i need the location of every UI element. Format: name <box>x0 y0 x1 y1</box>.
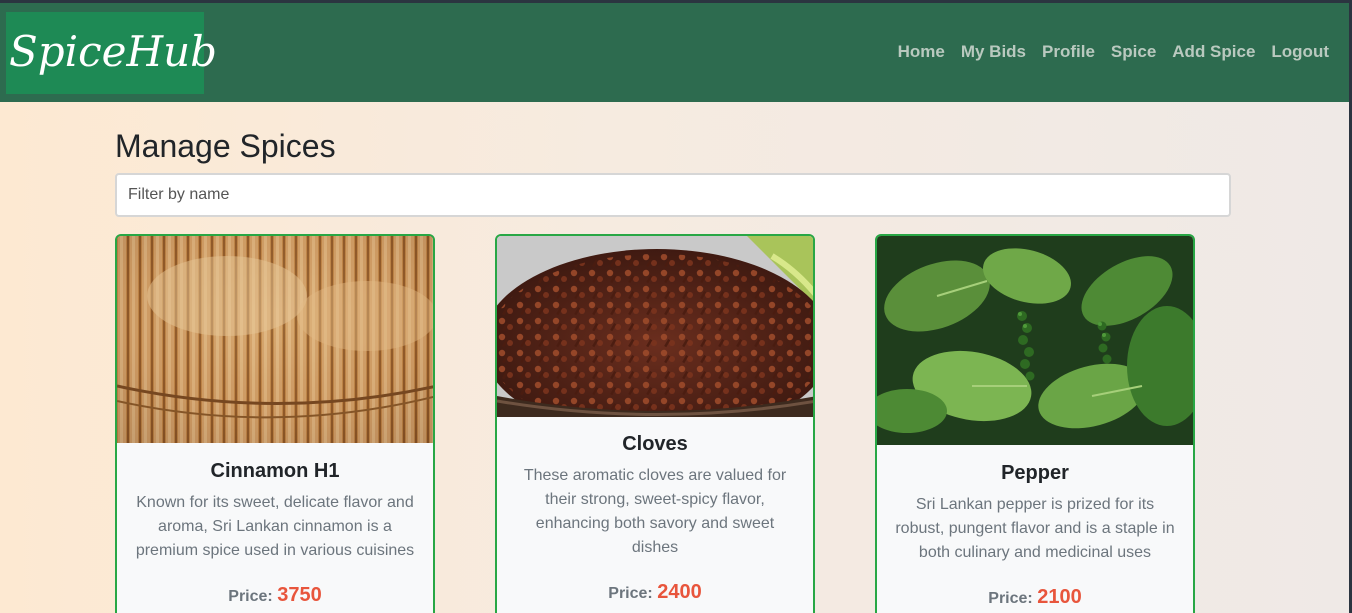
card-title: Cloves <box>622 433 688 455</box>
filter-input[interactable] <box>115 173 1231 217</box>
price-label: Price: <box>608 585 653 602</box>
card-price: Price: 2400 <box>511 581 799 604</box>
card-price: Price: 2100 <box>891 586 1179 609</box>
price-label: Price: <box>988 590 1033 607</box>
card-body: Pepper Sri Lankan pepper is prized for i… <box>877 462 1193 609</box>
card-price: Price: 3750 <box>131 584 419 607</box>
nav-my-bids[interactable]: My Bids <box>961 42 1026 62</box>
price-value: 2400 <box>657 581 702 603</box>
card-description: These aromatic cloves are valued for the… <box>523 467 787 556</box>
nav-profile[interactable]: Profile <box>1042 42 1095 62</box>
spice-card-pepper[interactable]: Pepper Sri Lankan pepper is prized for i… <box>875 234 1195 613</box>
card-body: Cinnamon H1 Known for its sweet, delicat… <box>117 460 433 607</box>
nav-home[interactable]: Home <box>898 42 945 62</box>
page-title: Manage Spices <box>115 128 336 164</box>
app-window: SpiceHub Home My Bids Profile Spice Add … <box>0 3 1349 613</box>
price-value: 3750 <box>277 584 322 606</box>
spice-card-cinnamon[interactable]: Cinnamon H1 Known for its sweet, delicat… <box>115 234 435 613</box>
price-label: Price: <box>228 588 273 605</box>
nav-spice[interactable]: Spice <box>1111 42 1156 62</box>
card-title: Pepper <box>1001 462 1069 484</box>
nav-add-spice[interactable]: Add Spice <box>1172 42 1255 62</box>
brand-logo[interactable]: SpiceHub <box>6 12 217 94</box>
navbar: SpiceHub Home My Bids Profile Spice Add … <box>0 3 1349 102</box>
nav-logout[interactable]: Logout <box>1271 42 1329 62</box>
price-value: 2100 <box>1037 586 1082 608</box>
nav-links: Home My Bids Profile Spice Add Spice Log… <box>898 42 1329 62</box>
cinnamon-sticks-image <box>117 236 433 443</box>
dried-cloves-image <box>497 236 813 417</box>
card-description: Known for its sweet, delicate flavor and… <box>135 494 415 559</box>
spice-card-cloves[interactable]: Cloves These aromatic cloves are valued … <box>495 234 815 613</box>
pepper-plant-image <box>877 236 1193 445</box>
card-title: Cinnamon H1 <box>210 460 340 482</box>
card-body: Cloves These aromatic cloves are valued … <box>497 433 813 604</box>
card-description: Sri Lankan pepper is prized for its robu… <box>895 496 1175 561</box>
